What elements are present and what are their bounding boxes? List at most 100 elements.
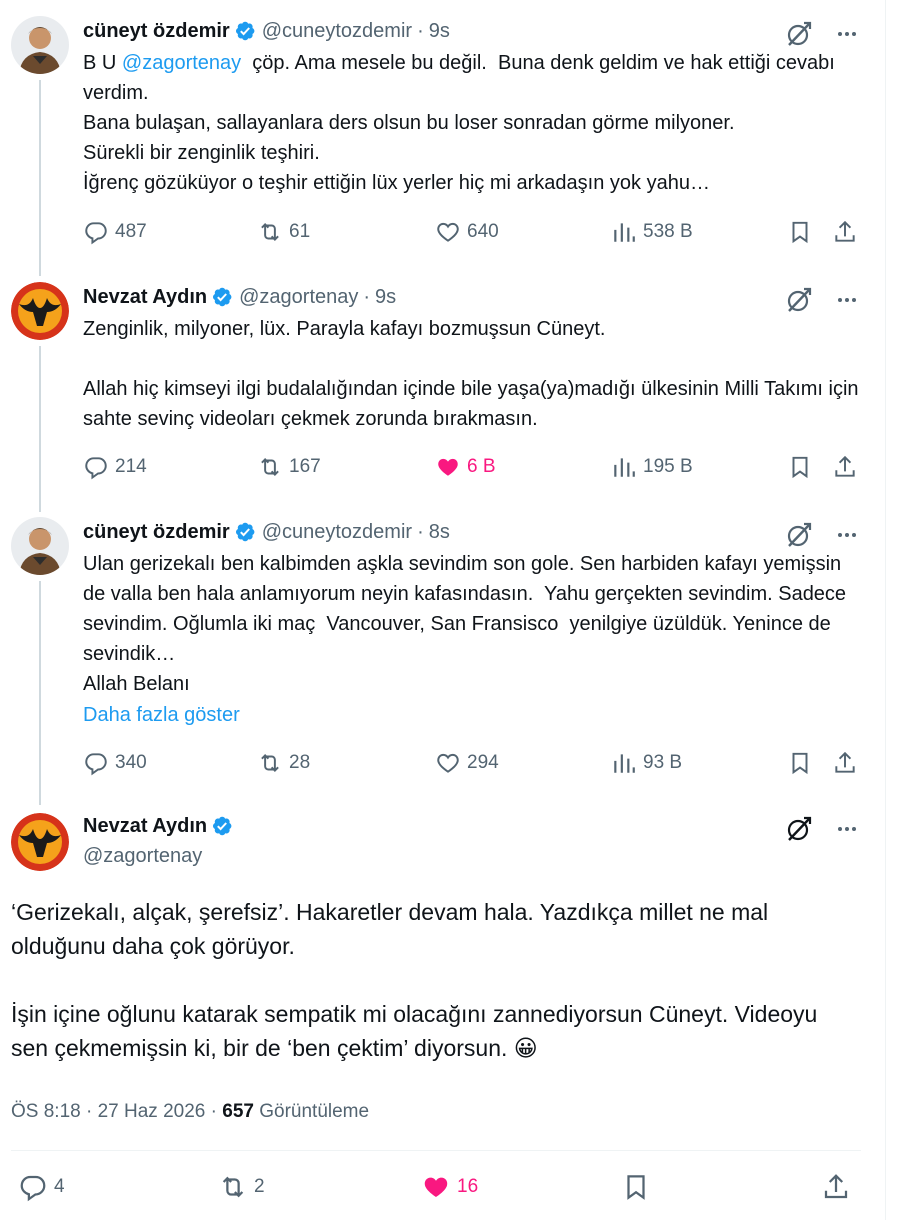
like-count: 6 B: [467, 456, 496, 477]
tweet-header: Nevzat Aydın @zagortenay · 9s: [83, 284, 396, 310]
timeline-border: [885, 0, 886, 1220]
avatar[interactable]: [11, 16, 69, 74]
author-name[interactable]: Nevzat Aydın: [83, 284, 207, 310]
repost-button[interactable]: 61: [257, 215, 310, 249]
bookmark-icon: [792, 221, 808, 244]
timestamp[interactable]: 8s: [429, 519, 450, 545]
avatar[interactable]: [11, 282, 69, 340]
views-icon: [614, 223, 635, 242]
share-icon: [835, 220, 855, 242]
views-button[interactable]: 195 B: [611, 450, 693, 484]
author-handle[interactable]: @zagortenay: [83, 845, 202, 868]
like-button[interactable]: 6 B: [435, 450, 496, 484]
like-count: 640: [467, 221, 499, 242]
tweet-header: cüneyt özdemir @cuneytozdemir · 9s: [83, 18, 450, 44]
grok-icon[interactable]: [785, 286, 813, 314]
show-more-link[interactable]: Daha fazla göster: [83, 700, 240, 730]
more-icon[interactable]: [835, 523, 859, 547]
like-button[interactable]: 294: [435, 746, 499, 780]
main-tweet-actions: 4 2 16: [18, 1170, 858, 1206]
reply-button[interactable]: 214: [83, 450, 147, 484]
bookmark-button[interactable]: [787, 746, 813, 780]
tweet-actions: 214 167 6 B 195 B: [83, 450, 861, 484]
separator-dot: ·: [86, 1101, 98, 1122]
views-count: 538 B: [643, 221, 693, 242]
repost-icon: [222, 1176, 244, 1198]
tweet-top-icons: [785, 815, 859, 843]
like-icon: [437, 222, 459, 242]
reply-button[interactable]: 4: [18, 1170, 65, 1204]
reply-count: 487: [115, 221, 147, 242]
share-icon: [824, 1174, 848, 1199]
timestamp[interactable]: 9s: [429, 18, 450, 44]
share-icon: [835, 455, 855, 477]
views-icon: [614, 458, 635, 477]
tweet-actions: 487 61 640 538 B: [83, 215, 861, 249]
grok-icon[interactable]: [785, 815, 813, 843]
post-date[interactable]: 27 Haz 2026: [98, 1101, 206, 1122]
reply-button[interactable]: 340: [83, 746, 147, 780]
verified-icon: [235, 21, 255, 41]
reply-button[interactable]: 487: [83, 215, 147, 249]
author-name[interactable]: cüneyt özdemir: [83, 18, 230, 44]
more-icon[interactable]: [835, 288, 859, 312]
share-button[interactable]: [821, 1170, 851, 1204]
views-icon: [614, 754, 635, 773]
avatar[interactable]: [11, 517, 69, 575]
like-icon: [424, 1177, 448, 1197]
thread-line: [39, 581, 41, 805]
tweet-text: B U @zagortenay çöp. Ama mesele bu değil…: [83, 48, 865, 198]
grok-icon[interactable]: [785, 521, 813, 549]
tweet-actions: 340 28 294 93 B: [83, 746, 861, 780]
author-handle[interactable]: @zagortenay: [239, 284, 358, 310]
views-count: 93 B: [643, 752, 683, 773]
more-icon[interactable]: [835, 22, 859, 46]
like-button[interactable]: 640: [435, 215, 499, 249]
repost-button[interactable]: 28: [257, 746, 310, 780]
repost-button[interactable]: 2: [218, 1170, 265, 1204]
like-icon: [438, 458, 458, 476]
share-button[interactable]: [832, 746, 858, 780]
author-handle[interactable]: @cuneytozdemir: [262, 18, 412, 44]
tweet-meta: ÖS 8:18 · 27 Haz 2026 · 657 Görüntüleme: [11, 1101, 369, 1123]
bookmark-button[interactable]: [787, 215, 813, 249]
views-button[interactable]: 538 B: [611, 215, 693, 249]
tweet-header: cüneyt özdemir @cuneytozdemir · 8s: [83, 519, 450, 545]
like-count: 16: [457, 1176, 479, 1197]
author-handle[interactable]: @cuneytozdemir: [262, 519, 412, 545]
thread-line: [39, 80, 41, 276]
bookmark-icon: [627, 1175, 645, 1200]
share-button[interactable]: [832, 450, 858, 484]
verified-icon: [213, 287, 232, 307]
separator-dot: ·: [210, 1101, 223, 1122]
reply-count: 4: [54, 1176, 65, 1197]
bookmark-button[interactable]: [787, 450, 813, 484]
main-tweet-text: ‘Gerizekalı, alçak, şerefsiz’. Hakaretle…: [11, 899, 818, 1061]
reply-count: 214: [115, 456, 147, 477]
repost-button[interactable]: 167: [257, 450, 321, 484]
share-icon: [835, 751, 855, 773]
share-button[interactable]: [832, 215, 858, 249]
separator-dot: ·: [417, 20, 424, 42]
post-time[interactable]: ÖS 8:18: [11, 1101, 81, 1122]
view-label: Görüntüleme: [259, 1101, 370, 1122]
view-count: 657: [222, 1101, 254, 1122]
tweet-top-icons: [785, 521, 859, 549]
repost-icon: [261, 458, 279, 476]
reply-icon: [20, 1175, 46, 1202]
timestamp[interactable]: 9s: [375, 284, 396, 310]
thread-line: [39, 346, 41, 512]
bookmark-icon: [792, 456, 808, 479]
bookmark-button[interactable]: [621, 1170, 651, 1204]
avatar[interactable]: [11, 813, 69, 871]
bookmark-icon: [792, 752, 808, 775]
repost-count: 61: [289, 221, 311, 242]
author-name[interactable]: cüneyt özdemir: [83, 519, 230, 545]
views-button[interactable]: 93 B: [611, 746, 682, 780]
mention-link[interactable]: @zagortenay: [122, 52, 241, 74]
grok-icon[interactable]: [785, 20, 813, 48]
reply-count: 340: [115, 752, 147, 773]
more-icon[interactable]: [835, 817, 859, 841]
author-name[interactable]: Nevzat Aydın: [83, 813, 207, 839]
like-button[interactable]: 16: [421, 1170, 478, 1204]
